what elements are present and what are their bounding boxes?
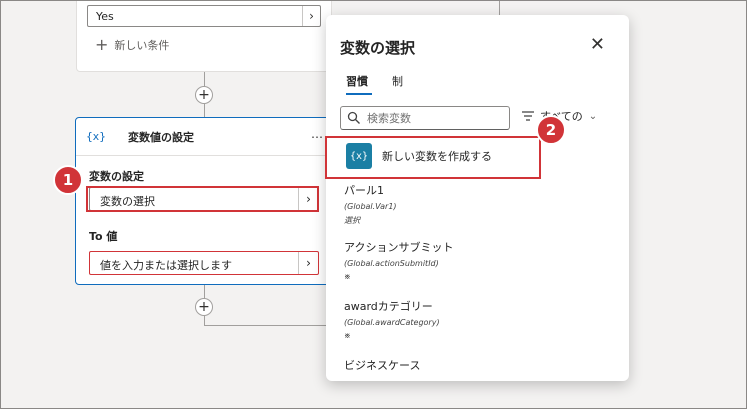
- to-value-placeholder: 値を入力または選択します: [100, 259, 232, 272]
- condition-value-field[interactable]: Yes ›: [87, 5, 321, 27]
- variable-scope: (Global.actionSubmitId): [344, 259, 439, 268]
- search-input[interactable]: 検索変数: [340, 106, 510, 130]
- more-options-icon[interactable]: ⋯: [311, 130, 324, 144]
- tab-habits[interactable]: 習慣: [346, 73, 368, 89]
- condition-card: Yes › + 新しい条件: [76, 0, 332, 72]
- to-value-label: To 値: [89, 230, 118, 243]
- variable-list-item[interactable]: パール1 (Global.Var1) 選択: [344, 182, 614, 226]
- chevron-right-icon[interactable]: ›: [298, 252, 318, 274]
- connector-line-3: [204, 325, 334, 326]
- to-value-input[interactable]: 値を入力または選択します ›: [89, 251, 319, 275]
- variable-list-item[interactable]: アクションサブミット (Global.actionSubmitId) ※: [344, 239, 614, 281]
- variable-name: awardカテゴリー: [344, 300, 433, 313]
- variable-name: アクションサブミット: [344, 241, 454, 254]
- close-icon[interactable]: ✕: [590, 34, 605, 55]
- variable-icon: {x}: [86, 130, 106, 143]
- step-badge-1: 1: [53, 165, 83, 195]
- search-icon: [347, 111, 360, 124]
- set-variable-card-header: {x} 変数値の設定 ⋯: [76, 118, 332, 156]
- variable-picker-panel: 変数の選択 ✕ 習慣 制 検索変数 すべての ⌄ {x} 新しい変数を作成する …: [326, 15, 629, 381]
- filter-icon: [522, 111, 534, 121]
- step-badge-2: 2: [536, 115, 566, 145]
- connector-line-top-right: [499, 0, 500, 16]
- variable-name: ビジネスケース: [344, 359, 421, 372]
- new-condition-label: 新しい条件: [114, 39, 170, 52]
- variable-list-item[interactable]: awardカテゴリー (Global.awardCategory) ※: [344, 298, 614, 340]
- tab-system[interactable]: 制: [392, 73, 403, 89]
- add-step-plus-icon-bottom[interactable]: +: [195, 298, 213, 316]
- chevron-right-icon[interactable]: ›: [302, 6, 320, 26]
- search-placeholder: 検索変数: [367, 112, 411, 125]
- highlight-box-2: [325, 136, 541, 179]
- chevron-down-icon: ⌄: [588, 110, 598, 122]
- plus-icon: +: [95, 35, 109, 54]
- variable-list-item[interactable]: ビジネスケース: [344, 357, 614, 373]
- variable-type: ※: [344, 331, 351, 340]
- variable-name: パール1: [344, 184, 384, 197]
- set-variable-label: 変数の設定: [89, 170, 144, 183]
- active-tab-indicator: [346, 93, 372, 95]
- highlight-box-1: [86, 186, 319, 212]
- condition-value-text: Yes: [96, 10, 114, 23]
- new-condition-button[interactable]: + 新しい条件: [95, 37, 169, 53]
- set-variable-title: 変数値の設定: [128, 130, 194, 144]
- variable-scope: (Global.awardCategory): [344, 318, 440, 327]
- panel-title: 変数の選択: [340, 39, 416, 57]
- add-step-plus-icon[interactable]: +: [195, 86, 213, 104]
- variable-scope: (Global.Var1): [344, 202, 397, 211]
- variable-type: ※: [344, 272, 351, 281]
- variable-type: 選択: [344, 216, 360, 225]
